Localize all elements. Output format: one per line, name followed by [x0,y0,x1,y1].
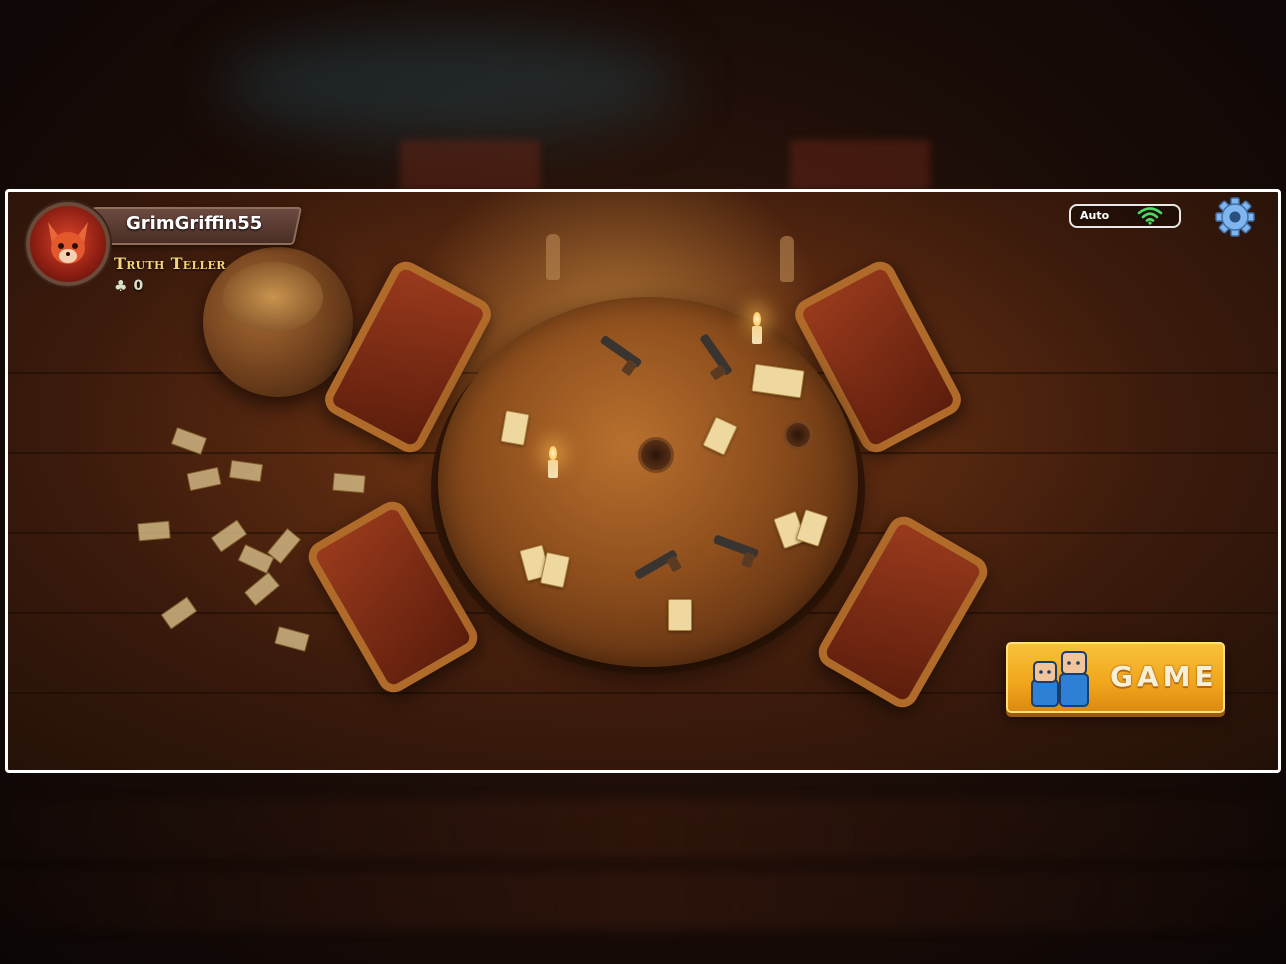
game-viewport: GrimGriffin55 Truth Teller ♣ 0 Auto GAME [5,189,1281,773]
dollar-bill [332,472,366,494]
candle [752,312,762,344]
network-quality-toggle[interactable]: Auto [1069,204,1181,228]
game-button[interactable]: GAME [1006,642,1225,713]
bottle [546,234,560,280]
dollar-bill [210,519,248,553]
dollar-bill [160,596,198,630]
backdrop-plank [0,870,1286,930]
clover-icon: ♣ [114,276,128,295]
dollar-bill [228,459,264,483]
clover-count: 0 [133,278,144,294]
bottle [780,236,794,282]
players-icon [1031,651,1089,707]
dollar-bill [274,626,310,652]
cup [638,437,674,473]
player-username: GrimGriffin55 [126,213,263,234]
candle [548,446,558,478]
playing-card [668,599,692,631]
poker-table [438,297,858,667]
dollar-bill [243,571,281,607]
backdrop-plank [0,800,1286,860]
dollar-bill [186,466,222,492]
backdrop-chair [790,140,930,190]
backdrop-chair [400,140,540,190]
dollar-bill [170,427,208,455]
clover-counter: ♣ 0 [114,278,143,294]
wifi-icon [1137,207,1163,225]
fox-avatar-icon[interactable] [26,202,110,286]
gear-icon [1215,197,1255,237]
game-button-label: GAME [1110,660,1218,693]
settings-button[interactable] [1214,196,1256,238]
player-title: Truth Teller [114,254,226,273]
network-mode-label: Auto [1080,209,1110,222]
dollar-bill [137,520,171,542]
cup [783,420,813,450]
player-profile[interactable]: GrimGriffin55 Truth Teller ♣ 0 [26,202,306,294]
backdrop-shadow [220,30,680,140]
